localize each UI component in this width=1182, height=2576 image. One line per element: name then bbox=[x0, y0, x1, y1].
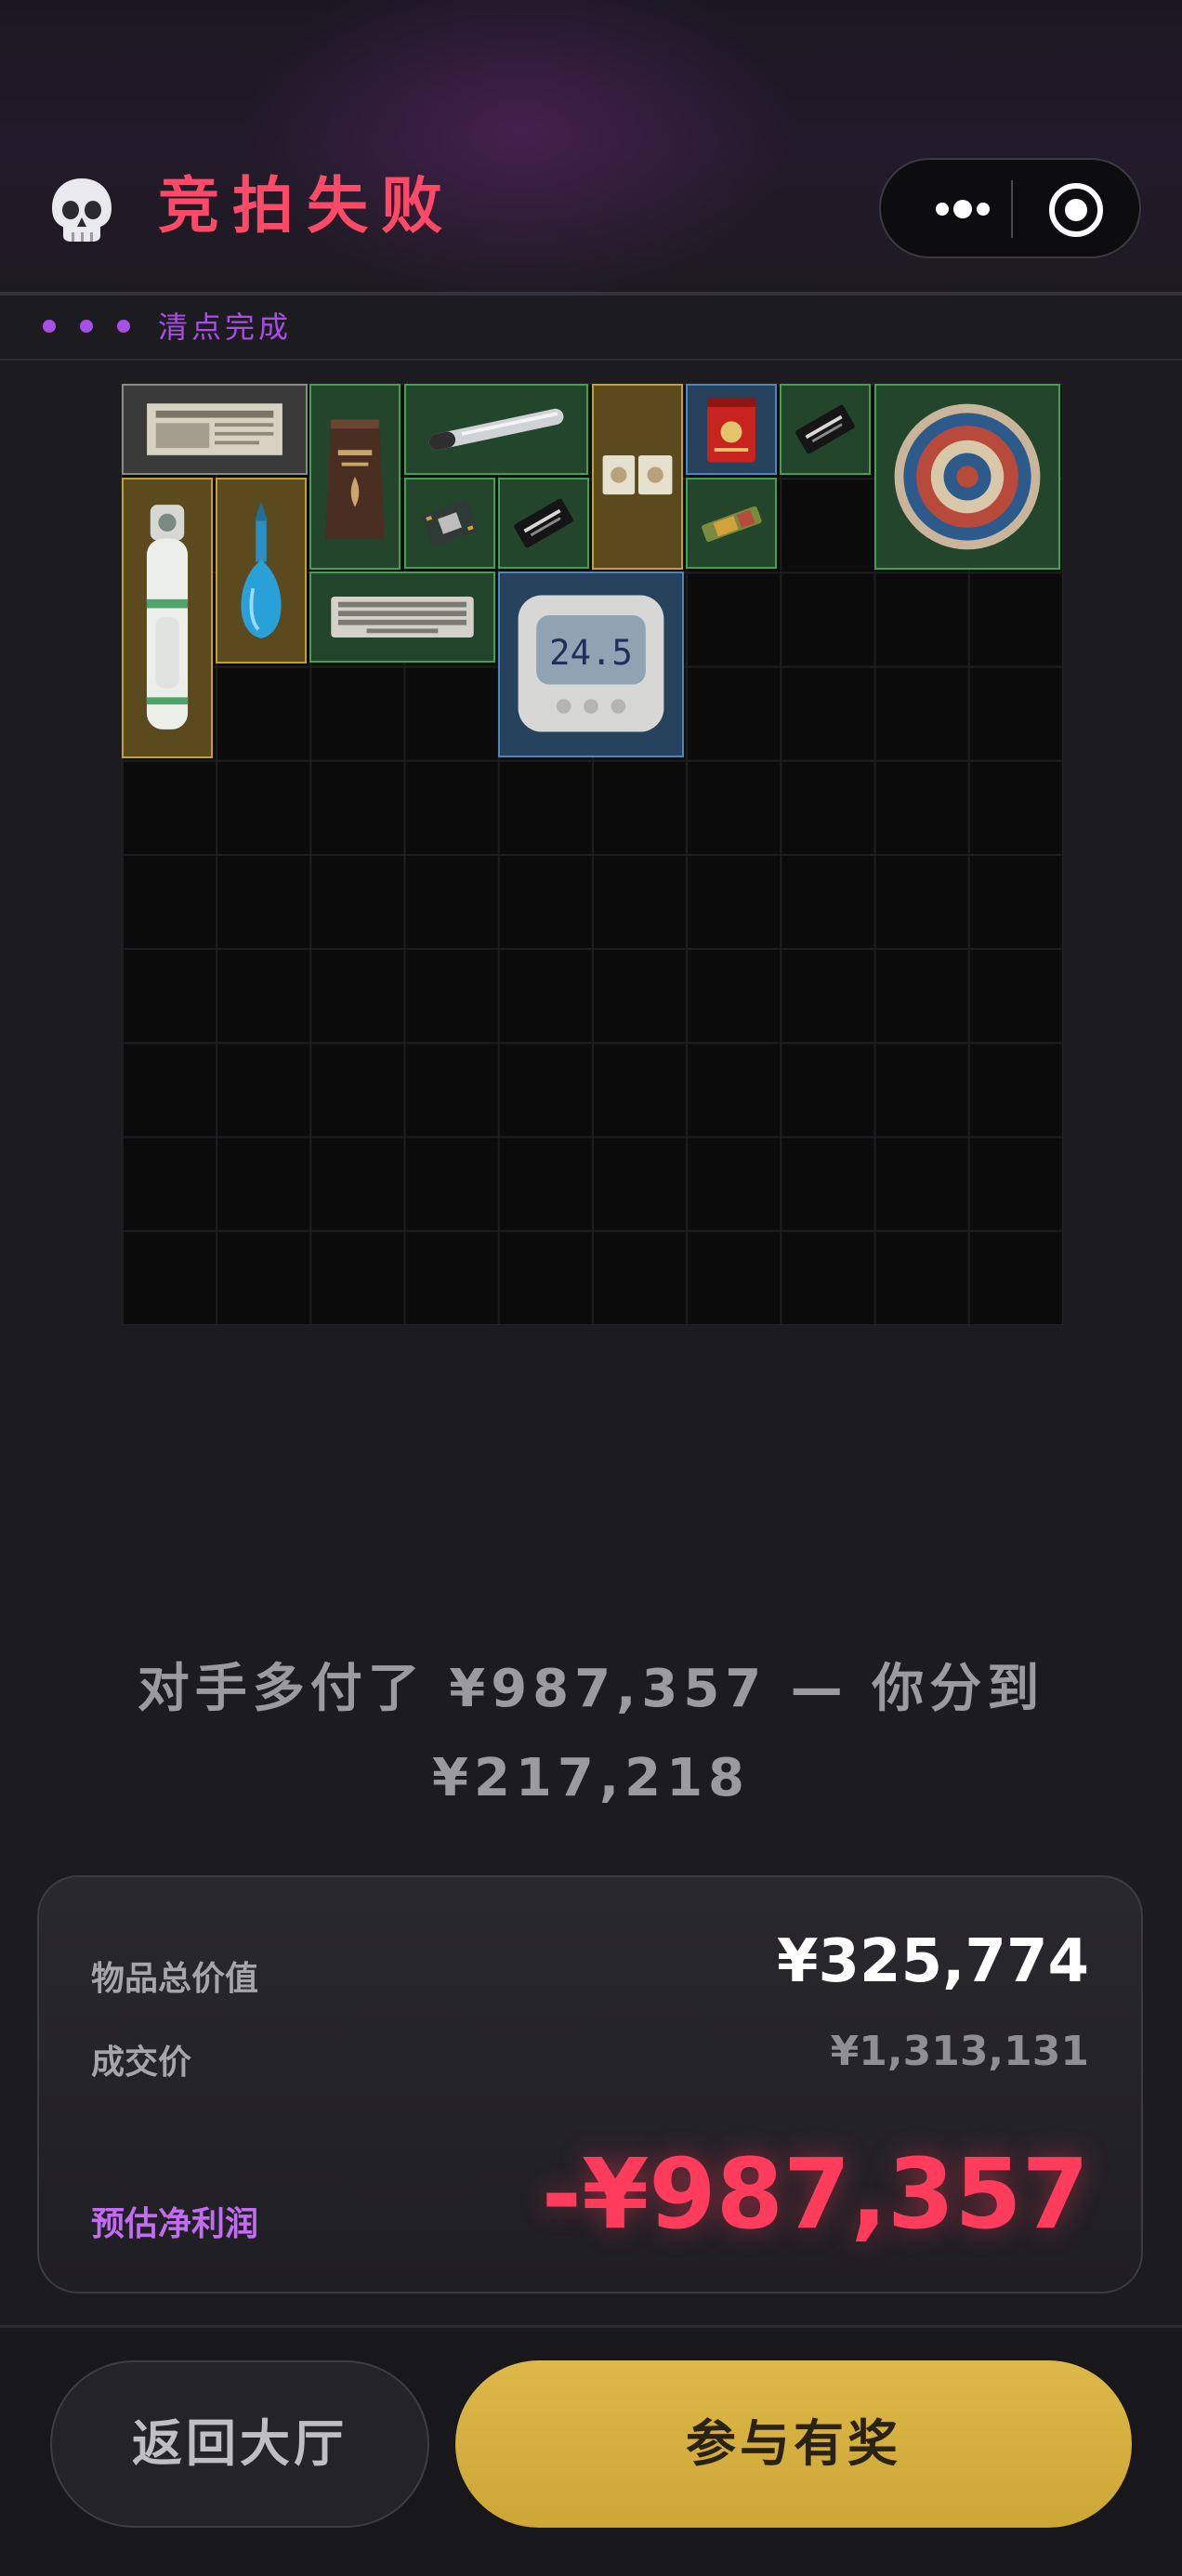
item-newspaper[interactable] bbox=[122, 384, 308, 475]
summary-card: 物品总价值 ¥325,774 成交价 ¥1,313,131 预估净利润 -¥98… bbox=[37, 1875, 1143, 2293]
profit-value: -¥987,357 bbox=[541, 2137, 1089, 2251]
item-tube-rod[interactable] bbox=[404, 384, 588, 475]
return-lobby-button[interactable]: 返回大厅 bbox=[50, 2360, 429, 2528]
status-row: 清点完成 bbox=[0, 296, 1182, 359]
deal-price-label: 成交价 bbox=[91, 2044, 192, 2082]
item-oxygen-cylinder[interactable] bbox=[122, 478, 213, 758]
page-title: 竞拍失败 bbox=[158, 170, 455, 242]
item-digital-thermometer[interactable]: 24.5 bbox=[498, 572, 684, 757]
more-dots-icon[interactable] bbox=[918, 186, 1020, 232]
item-good-luck-card[interactable] bbox=[780, 384, 871, 475]
capsule-divider bbox=[1011, 180, 1013, 238]
status-dot bbox=[43, 320, 56, 333]
join-prize-button[interactable]: 参与有奖 bbox=[455, 2360, 1132, 2528]
item-circuit-chip[interactable] bbox=[404, 478, 495, 569]
status-dot bbox=[80, 320, 93, 333]
item-blue-perfume-bottle[interactable] bbox=[216, 478, 307, 664]
result-message: 对手多付了 ¥987,357 — 你分到 ¥217,218 bbox=[137, 1659, 1045, 1808]
mini-program-capsule bbox=[879, 158, 1141, 258]
deal-price: ¥1,313,131 bbox=[830, 2028, 1089, 2075]
thermometer-reading: 24.5 bbox=[549, 632, 633, 673]
item-good-luck-card-2[interactable] bbox=[498, 478, 589, 569]
item-keyboard[interactable] bbox=[309, 572, 495, 663]
target-close-icon[interactable] bbox=[1046, 180, 1106, 240]
skull-icon bbox=[46, 175, 117, 245]
status-text: 清点完成 bbox=[158, 309, 293, 345]
inventory-grid: 24.5 bbox=[121, 383, 1063, 1325]
total-value-label: 物品总价值 bbox=[91, 1960, 259, 1998]
status-divider bbox=[0, 359, 1182, 361]
item-decorative-plate[interactable] bbox=[874, 384, 1060, 570]
item-tea-tin[interactable] bbox=[686, 384, 777, 475]
total-value: ¥325,774 bbox=[776, 1927, 1089, 1996]
profit-label: 预估净利润 bbox=[91, 2205, 259, 2243]
item-cards[interactable] bbox=[592, 384, 683, 570]
item-snack-bar[interactable] bbox=[686, 478, 777, 569]
header: 竞拍失败 bbox=[0, 149, 1182, 269]
status-dot bbox=[117, 320, 130, 333]
item-coffee-bag[interactable] bbox=[309, 384, 401, 570]
